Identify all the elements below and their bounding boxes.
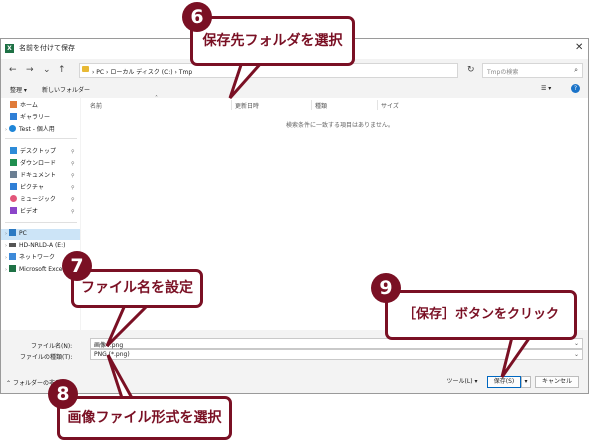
annotation-6-badge: 6	[182, 2, 212, 32]
pointer-7	[105, 303, 152, 348]
callout-pointers	[105, 60, 533, 400]
annotation-8-text: 画像ファイル形式を選択	[67, 410, 222, 426]
annotation-9-badge: 9	[371, 273, 401, 303]
annotation-8-box: 画像ファイル形式を選択	[57, 396, 232, 440]
annotation-6-text: 保存先フォルダを選択	[202, 33, 343, 49]
annotation-8-badge: 8	[48, 379, 78, 409]
pointer-6	[228, 60, 266, 99]
annotation-7-text: ファイル名を設定	[81, 280, 193, 296]
annotation-7-box: ファイル名を設定	[71, 269, 203, 308]
annotation-7-badge: 7	[62, 251, 92, 281]
annotation-9-text: ［保存］ボタンをクリック	[402, 307, 559, 322]
pointer-9	[500, 335, 533, 378]
annotation-6-box: 保存先フォルダを選択	[190, 16, 355, 66]
annotation-9-box: ［保存］ボタンをクリック	[385, 290, 577, 340]
pointer-8	[106, 354, 135, 400]
